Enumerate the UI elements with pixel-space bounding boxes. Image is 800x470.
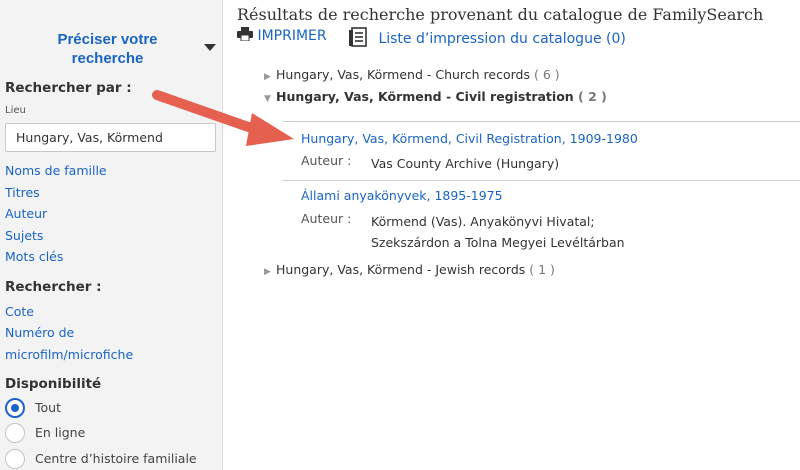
refine-search-title[interactable]: Préciser votre recherche — [30, 30, 185, 68]
print-list-label[interactable]: Liste d’impression du catalogue (0) — [378, 31, 625, 47]
availability-heading: Disponibilité — [5, 376, 102, 392]
divider — [283, 121, 800, 122]
link-keywords[interactable]: Mots clés — [5, 249, 63, 264]
group-jewish-records[interactable]: ▶ Hungary, Vas, Körmend - Jewish records … — [264, 262, 555, 277]
link-subjects[interactable]: Sujets — [5, 228, 43, 243]
radio-all[interactable] — [5, 398, 25, 418]
group-count: ( 2 ) — [578, 89, 607, 104]
link-microfilm-line2[interactable]: microfilm/microfiche — [5, 347, 133, 362]
group-label: Hungary, Vas, Körmend - Civil registrati… — [276, 89, 574, 104]
printer-icon — [237, 27, 253, 42]
page-title: Résultats de recherche provenant du cata… — [237, 5, 764, 24]
link-surnames[interactable]: Noms de famille — [5, 163, 107, 178]
record-link[interactable]: Állami anyakönyvek, 1895-1975 — [301, 188, 503, 203]
group-label: Hungary, Vas, Körmend - Church records — [276, 67, 530, 82]
group-label: Hungary, Vas, Körmend - Jewish records — [276, 262, 526, 277]
group-count: ( 6 ) — [533, 67, 560, 82]
caret-down-icon[interactable] — [204, 44, 216, 51]
availability-label-all: Tout — [35, 400, 61, 415]
triangle-right-icon: ▶ — [264, 72, 271, 82]
print-list-button[interactable]: Liste d’impression du catalogue (0) — [348, 27, 626, 47]
author-label: Auteur : — [301, 211, 352, 226]
print-label[interactable]: IMPRIMER — [257, 28, 326, 44]
print-list-icon — [349, 27, 367, 47]
search-by-heading: Rechercher par : — [5, 80, 132, 96]
author-value-line1: Körmend (Vas). Anyakönyvi Hivatal; — [371, 214, 595, 229]
print-button[interactable]: IMPRIMER — [237, 27, 327, 44]
place-label: Lieu — [5, 105, 26, 116]
search-heading: Rechercher : — [5, 279, 102, 295]
availability-label-online: En ligne — [35, 425, 86, 440]
triangle-right-icon: ▶ — [264, 267, 271, 277]
place-input[interactable] — [5, 123, 216, 152]
group-count: ( 1 ) — [529, 262, 555, 277]
availability-label-center: Centre d’histoire familiale — [35, 451, 197, 466]
link-call-number[interactable]: Cote — [5, 304, 34, 319]
group-church-records[interactable]: ▶ Hungary, Vas, Körmend - Church records … — [264, 67, 560, 82]
author-value: Vas County Archive (Hungary) — [371, 156, 560, 171]
refine-sidebar: Préciser votre recherche Rechercher par … — [0, 0, 223, 470]
link-microfilm-line1[interactable]: Numéro de — [5, 325, 74, 340]
divider — [283, 180, 800, 181]
link-titles[interactable]: Titres — [5, 185, 40, 200]
author-label: Auteur : — [301, 153, 352, 168]
record-link[interactable]: Hungary, Vas, Körmend, Civil Registratio… — [301, 131, 638, 146]
group-civil-registration[interactable]: ▼ Hungary, Vas, Körmend - Civil registrat… — [264, 89, 607, 104]
link-author[interactable]: Auteur — [5, 206, 47, 221]
radio-center[interactable] — [5, 449, 25, 469]
author-value-line2: Szekszárdon a Tolna Megyei Levéltárban — [371, 235, 625, 250]
radio-online[interactable] — [5, 423, 25, 443]
triangle-down-icon: ▼ — [264, 94, 271, 104]
refine-search-toggle[interactable]: Préciser votre recherche — [0, 30, 223, 70]
